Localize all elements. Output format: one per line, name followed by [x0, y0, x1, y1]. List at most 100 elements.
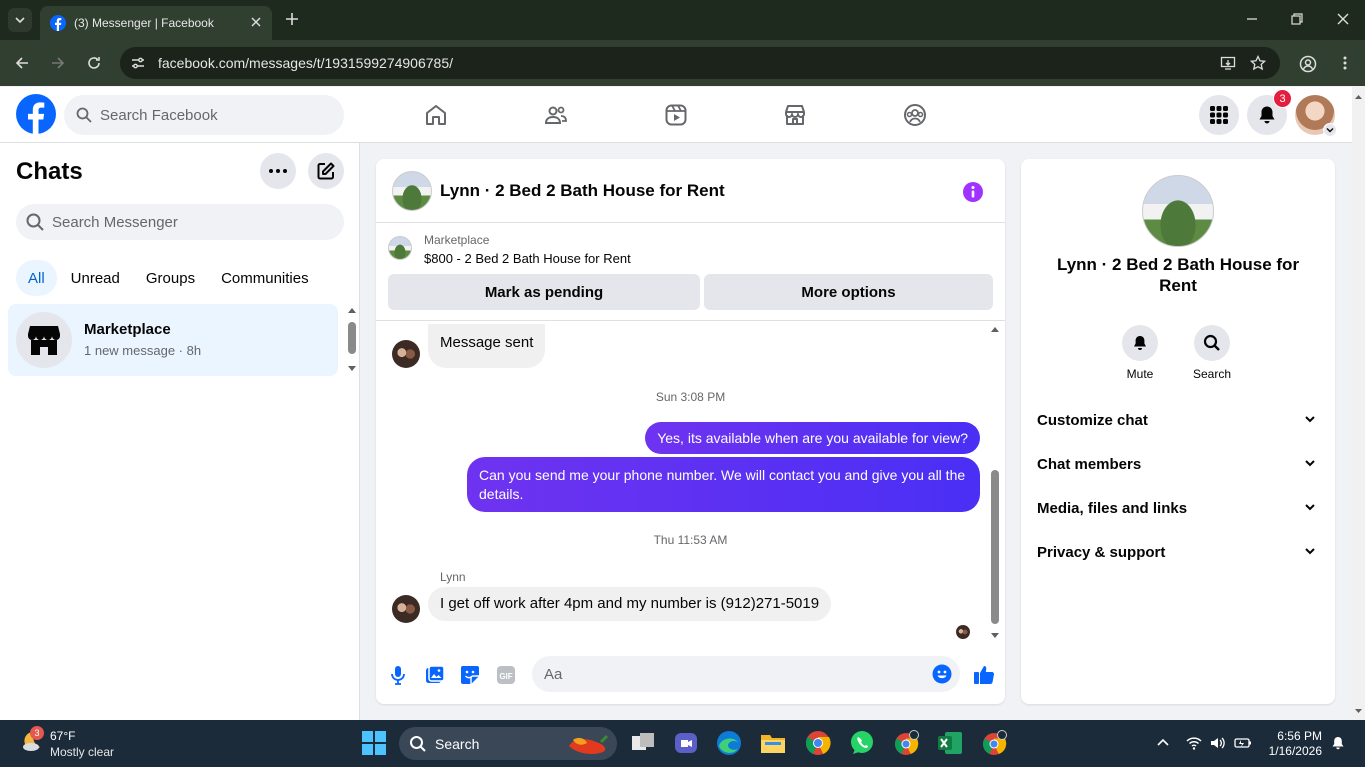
teams-meet-icon[interactable] [673, 730, 699, 756]
section-privacy-support[interactable]: Privacy & support [1037, 532, 1319, 572]
edge-browser-icon[interactable] [716, 730, 742, 756]
reload-icon[interactable] [86, 55, 102, 71]
thread-scrollbar[interactable] [989, 322, 1001, 644]
incoming-message-bubble[interactable]: I get off work after 4pm and my number i… [428, 587, 832, 621]
site-info-icon[interactable] [130, 55, 146, 71]
lynn-avatar[interactable] [392, 340, 420, 368]
section-chat-members[interactable]: Chat members [1037, 444, 1319, 484]
install-app-icon[interactable] [1220, 55, 1236, 71]
lynn-avatar[interactable] [392, 595, 420, 623]
sticker-icon[interactable] [460, 665, 480, 685]
weather-temp: 67°F [50, 729, 76, 743]
chevron-down-icon [1305, 416, 1315, 423]
message-input[interactable]: Aa [532, 656, 960, 692]
tab-search-button[interactable] [8, 8, 32, 32]
chevron-up-icon[interactable] [1156, 736, 1170, 750]
mark-as-pending-button[interactable]: Mark as pending [388, 274, 700, 310]
bookmark-star-icon[interactable] [1250, 55, 1266, 71]
close-tab-icon[interactable] [250, 16, 262, 28]
facebook-favicon-icon [50, 15, 66, 31]
close-window-icon[interactable] [1336, 12, 1350, 26]
volume-icon[interactable] [1210, 736, 1226, 750]
battery-icon[interactable] [1234, 736, 1252, 750]
browser-tabstrip: (3) Messenger | Facebook [0, 0, 1365, 40]
chat-name: Marketplace [84, 321, 171, 338]
messenger-search-input[interactable]: Search Messenger [16, 204, 344, 240]
gif-icon[interactable]: GIF [496, 665, 516, 685]
back-arrow-icon[interactable] [14, 55, 30, 71]
new-message-button[interactable] [308, 153, 344, 189]
sender-name: Lynn [440, 570, 466, 584]
windows-start-icon[interactable] [361, 730, 387, 756]
address-bar[interactable]: facebook.com/messages/t/1931599274906785… [120, 47, 1280, 79]
outgoing-message-bubble[interactable]: Can you send me your phone number. We wi… [467, 457, 980, 512]
marketplace-avatar [16, 312, 72, 368]
section-label: Privacy & support [1037, 543, 1166, 561]
facebook-search-input[interactable]: Search Facebook [64, 95, 344, 135]
listing-price-title[interactable]: $800 - 2 Bed 2 Bath House for Rent [424, 251, 631, 266]
section-customize-chat[interactable]: Customize chat [1037, 400, 1319, 440]
search-icon [26, 213, 44, 231]
filter-all[interactable]: All [16, 260, 57, 296]
info-icon[interactable] [962, 181, 984, 203]
message-bubble[interactable]: Message sent [428, 324, 546, 368]
chrome-profile-icon[interactable] [893, 730, 919, 756]
microphone-icon[interactable] [390, 665, 406, 685]
forward-arrow-icon[interactable] [50, 55, 66, 71]
mute-action[interactable]: Mute [1110, 325, 1170, 381]
friends-icon[interactable] [544, 103, 568, 127]
weather-desc: Mostly clear [50, 745, 115, 759]
more-options-button[interactable]: More options [704, 274, 993, 310]
listing-avatar-large[interactable] [1142, 175, 1214, 247]
photo-icon[interactable] [425, 665, 445, 685]
notification-bell-icon[interactable] [1331, 736, 1345, 750]
groups-icon[interactable] [903, 103, 927, 127]
task-view-icon[interactable] [630, 730, 656, 756]
message-thread: Message sent Sun 3:08 PM Yes, its availa… [376, 322, 1005, 644]
thumbs-up-icon[interactable] [973, 663, 995, 685]
search-highlight-pepper-icon [569, 734, 609, 754]
account-avatar[interactable] [1295, 95, 1337, 137]
search-action[interactable]: Search [1182, 325, 1242, 381]
file-explorer-icon[interactable] [760, 730, 786, 756]
listing-avatar[interactable] [392, 171, 432, 211]
browser-toolbar: facebook.com/messages/t/1931599274906785… [0, 40, 1365, 86]
video-icon[interactable] [664, 103, 688, 127]
taskbar-search[interactable]: Search [399, 727, 617, 760]
listing-thumbnail[interactable] [388, 236, 412, 260]
chrome-active-icon[interactable] [981, 730, 1007, 756]
filter-communities[interactable]: Communities [209, 260, 321, 296]
section-media-files-links[interactable]: Media, files and links [1037, 488, 1319, 528]
outgoing-message-bubble[interactable]: Yes, its available when are you availabl… [645, 422, 980, 454]
chat-list-item-marketplace[interactable]: Marketplace 1 new message · 8h [8, 304, 338, 376]
system-clock[interactable]: 6:56 PM 1/16/2026 [1262, 729, 1322, 759]
new-tab-icon[interactable] [284, 11, 300, 27]
sidebar-scrollbar[interactable] [346, 306, 358, 376]
marketplace-icon[interactable] [783, 103, 807, 127]
filter-unread[interactable]: Unread [59, 260, 132, 296]
bell-icon [1259, 106, 1275, 124]
menu-button[interactable] [1199, 95, 1239, 135]
filter-groups[interactable]: Groups [134, 260, 207, 296]
browser-tab-messenger[interactable]: (3) Messenger | Facebook [40, 6, 272, 40]
restore-icon[interactable] [1290, 12, 1304, 26]
profile-icon[interactable] [1299, 55, 1317, 73]
more-horizontal-icon [269, 169, 287, 173]
facebook-logo-icon[interactable] [16, 94, 56, 134]
chat-filters: All Unread Groups Communities [16, 260, 323, 296]
windows-taskbar: 3 67°F Mostly clear Search 6:56 PM 1/16/… [0, 720, 1365, 767]
whatsapp-icon[interactable] [849, 730, 875, 756]
emoji-icon[interactable] [932, 664, 952, 684]
chat-options-button[interactable] [260, 153, 296, 189]
minimize-icon[interactable] [1245, 12, 1259, 26]
clock-time: 6:56 PM [1277, 729, 1322, 743]
conversation-title[interactable]: Lynn · 2 Bed 2 Bath House for Rent [440, 181, 725, 201]
wifi-icon[interactable] [1186, 736, 1202, 750]
page-scrollbar[interactable] [1352, 87, 1365, 720]
messenger-search-placeholder: Search Messenger [52, 213, 178, 231]
menu-kebab-icon[interactable] [1337, 55, 1353, 71]
clock-date: 1/16/2026 [1268, 744, 1322, 758]
home-icon[interactable] [424, 103, 448, 127]
chrome-icon[interactable] [805, 730, 831, 756]
excel-icon[interactable] [937, 730, 963, 756]
